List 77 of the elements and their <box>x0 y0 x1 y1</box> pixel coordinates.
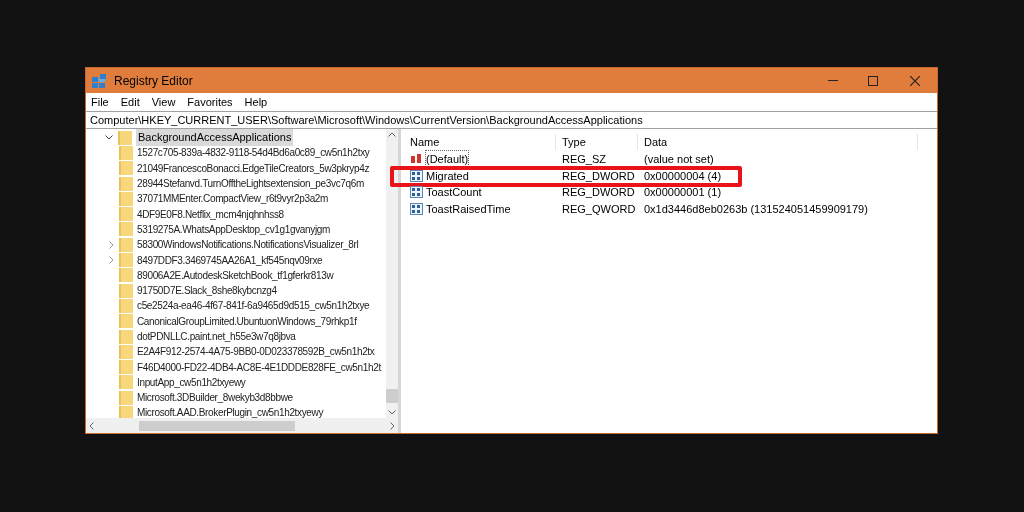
tree-item[interactable]: 89006A2E.AutodeskSketchBook_tf1gferkr813w <box>136 267 335 283</box>
column-header[interactable]: Data <box>638 133 918 151</box>
menu-item[interactable]: Favorites <box>187 93 233 111</box>
menu-item[interactable]: Help <box>244 93 268 111</box>
folder-icon <box>119 161 133 176</box>
folder-icon <box>119 207 133 222</box>
value-type: REG_DWORD <box>561 185 636 200</box>
value-name[interactable]: ToastCount <box>426 184 482 201</box>
value-data: 0x00000004 (4) <box>643 168 723 184</box>
scroll-up-icon <box>388 132 396 137</box>
folder-icon <box>119 191 133 206</box>
menu-item[interactable]: View <box>151 93 176 111</box>
binary-value-icon <box>410 169 423 182</box>
tree-item[interactable]: 4DF9E0F8.Netflix_mcm4njqhnhss8 <box>136 206 285 222</box>
tree-item[interactable]: 37071MMEnter.CompactView_r6t9vyr2p3a2m <box>136 191 330 207</box>
folder-icon <box>119 375 133 390</box>
folder-icon <box>119 283 133 298</box>
folder-icon <box>119 298 133 313</box>
tree-item[interactable]: E2A4F912-2574-4A75-9BB0-0D023378592B_cw5n1h2tx <box>136 344 376 360</box>
scrollbar-thumb[interactable] <box>139 420 295 431</box>
registry-cubes-icon <box>92 73 106 88</box>
folder-icon <box>119 390 133 405</box>
collapse-chevron-icon[interactable] <box>105 135 113 141</box>
value-data: (value not set) <box>643 152 715 167</box>
value-type: REG_QWORD <box>561 201 637 217</box>
tree-item[interactable]: CanonicalGroupLimited.UbuntuonWindows_79rhkp1f <box>136 313 358 329</box>
folder-icon <box>119 344 133 359</box>
folder-icon <box>119 176 133 191</box>
menu-item[interactable]: File <box>91 93 109 111</box>
folder-icon <box>119 222 133 237</box>
tree-item[interactable]: 1527c705-839a-4832-9118-54d4Bd6a0c89_cw5n1h2txy <box>136 145 371 161</box>
tree-item[interactable]: Microsoft.3DBuilder_8wekyb3d8bbwe <box>136 390 294 406</box>
menu-item[interactable]: Edit <box>120 93 140 111</box>
scroll-right-icon <box>390 421 395 430</box>
value-name[interactable]: ToastRaisedTime <box>426 200 511 217</box>
tree-item[interactable]: InputApp_cw5n1h2txyewy <box>136 374 247 390</box>
close-icon <box>910 75 920 86</box>
value-type: REG_DWORD <box>561 168 636 184</box>
tree-item[interactable]: c5e2524a-ea46-4f67-841f-6a9465d9d515_cw5n1h2txye <box>136 298 371 314</box>
tree-item[interactable]: F46D4000-FD22-4DB4-AC8E-4E1DDDE828FE_cw5n1h2t <box>136 359 382 375</box>
tree-item[interactable]: 58300WindowsNotifications.NotificationsVisualizer_8rl <box>136 237 360 253</box>
maximize-icon <box>868 75 878 86</box>
tree-item[interactable]: BackgroundAccessApplications <box>136 129 294 146</box>
tree-item[interactable]: 5319275A.WhatsAppDesktop_cv1g1gvanyjgm <box>136 221 331 237</box>
column-header[interactable]: Type <box>556 133 638 151</box>
tree-item[interactable]: 91750D7E.Slack_8she8kybcnzg4 <box>136 283 278 299</box>
folder-icon <box>119 253 133 267</box>
value-name[interactable]: (Default) <box>426 151 469 168</box>
horizontal-scrollbar[interactable] <box>86 418 398 433</box>
tree-item[interactable]: Microsoft.AAD.BrokerPlugin_cw5n1h2txyewy <box>136 405 325 418</box>
tree-item[interactable]: dotPDNLLC.paint.net_h55e3w7q8jbva <box>136 329 297 344</box>
value-name[interactable]: Migrated <box>426 167 469 184</box>
folder-icon <box>119 360 133 375</box>
vertical-scrollbar[interactable] <box>386 129 398 418</box>
scroll-down-icon <box>388 410 396 415</box>
value-data: 0x00000001 (1) <box>643 185 723 200</box>
column-header[interactable]: Name <box>404 133 556 151</box>
scrollbar-thumb[interactable] <box>386 389 398 403</box>
value-data: 0x1d3446d8eb0263b (131524051459909179) <box>643 201 869 217</box>
folder-icon <box>119 406 133 418</box>
scroll-left-icon <box>89 421 94 430</box>
folder-icon <box>119 145 133 160</box>
tree-item[interactable]: 21049FrancescoBonacci.EdgeTileCreators_5w3pkryp4z <box>136 160 371 176</box>
minimize-icon <box>828 80 838 81</box>
string-value-icon <box>410 153 423 166</box>
folder-icon <box>118 130 132 145</box>
binary-value-icon <box>410 186 423 199</box>
address-bar[interactable]: Computer\HKEY_CURRENT_USER\Software\Microsoft\Windows\CurrentVersion\BackgroundAccessApplications <box>86 111 937 129</box>
binary-value-icon <box>410 202 423 215</box>
folder-icon <box>119 237 133 252</box>
tree-item[interactable]: 8497DDF3.3469745AA26A1_kf545nqv09rxe <box>136 252 324 268</box>
value-type: REG_SZ <box>561 152 607 167</box>
tree-item[interactable]: 28944Stefanvd.TurnOfftheLightsextension_pe3vc7q6m <box>136 176 365 192</box>
window-title: Registry Editor <box>114 72 193 90</box>
folder-icon <box>119 268 133 283</box>
folder-icon <box>119 329 133 344</box>
folder-icon <box>119 314 133 329</box>
